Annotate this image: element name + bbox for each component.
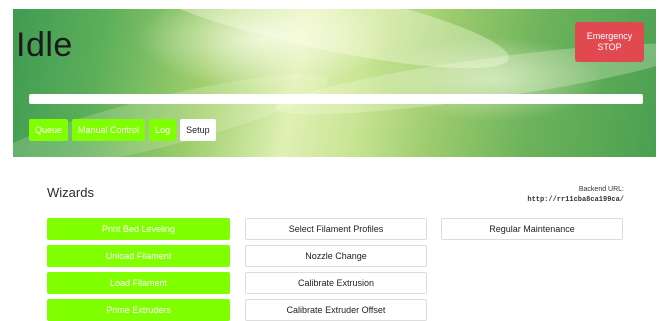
backend-url-info: Backend URL: http://rr11cba8ca199ca/ (527, 185, 624, 205)
tab-setup[interactable]: Setup (180, 119, 216, 141)
load-filament-button[interactable]: Load Filament (47, 272, 230, 294)
print-progress-bar (29, 94, 643, 104)
wizards-heading: Wizards (47, 185, 94, 200)
calibrate-extruder-offset-button[interactable]: Calibrate Extruder Offset (245, 299, 427, 321)
nozzle-change-button[interactable]: Nozzle Change (245, 245, 427, 267)
calibrate-extrusion-button[interactable]: Calibrate Extrusion (245, 272, 427, 294)
emergency-stop-button[interactable]: Emergency STOP (575, 22, 644, 62)
print-bed-leveling-button[interactable]: Print Bed Leveling (47, 218, 230, 240)
unload-filament-button[interactable]: Unload Filament (47, 245, 230, 267)
emergency-stop-label: Emergency (586, 31, 633, 41)
select-filament-profiles-button[interactable]: Select Filament Profiles (245, 218, 427, 240)
main-tabs: Queue Manual Control Log Setup (29, 119, 216, 141)
tab-queue[interactable]: Queue (29, 119, 69, 141)
backend-url-label: Backend URL: (578, 186, 624, 193)
tab-log[interactable]: Log (149, 119, 177, 141)
emergency-stop-label-stop: STOP (597, 42, 622, 52)
prime-extruders-button[interactable]: Prime Extruders (47, 299, 230, 321)
printer-status-title: Idle (16, 26, 73, 64)
tab-manual-control[interactable]: Manual Control (72, 119, 146, 141)
regular-maintenance-button[interactable]: Regular Maintenance (441, 218, 623, 240)
backend-url-value: http://rr11cba8ca199ca/ (527, 196, 624, 204)
